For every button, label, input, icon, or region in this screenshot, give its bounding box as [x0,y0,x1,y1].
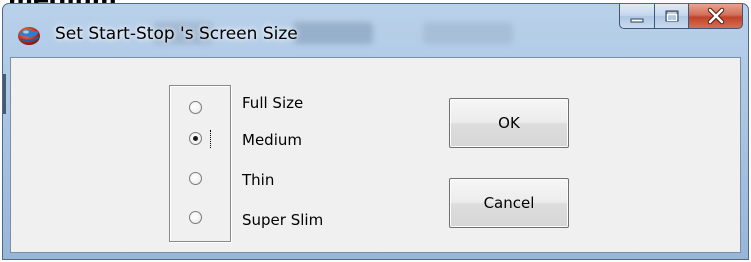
caption-buttons [619,4,743,30]
close-icon [707,7,725,25]
focus-indicator [210,130,211,148]
label-full-size[interactable]: Full Size [242,94,303,112]
title-bar[interactable]: Set Start-Stop 's Screen Size [3,4,748,56]
close-button[interactable] [689,4,743,29]
radio-thin[interactable] [189,172,202,185]
maximize-icon [665,10,679,22]
radio-medium[interactable] [189,132,202,145]
radio-super-slim[interactable] [189,211,202,224]
minimize-icon [630,18,644,23]
cancel-button[interactable]: Cancel [449,178,569,228]
glass-blur-shape [293,22,373,44]
window-left-shadow [3,74,6,114]
radio-full-size[interactable] [189,101,202,114]
globe-app-icon[interactable] [16,22,42,48]
label-thin[interactable]: Thin [242,171,274,189]
dialog-window: Set Start-Stop 's Screen Size Full Size … [2,3,749,260]
ok-button[interactable]: OK [449,98,569,148]
glass-blur-shape [423,22,513,44]
maximize-button[interactable] [655,4,689,29]
label-medium[interactable]: Medium [242,131,302,149]
label-super-slim[interactable]: Super Slim [242,211,323,229]
window-title: Set Start-Stop 's Screen Size [55,24,298,44]
dialog-client-area: Full Size Medium Thin Super Slim OK Canc… [10,57,741,253]
minimize-button[interactable] [619,4,655,29]
